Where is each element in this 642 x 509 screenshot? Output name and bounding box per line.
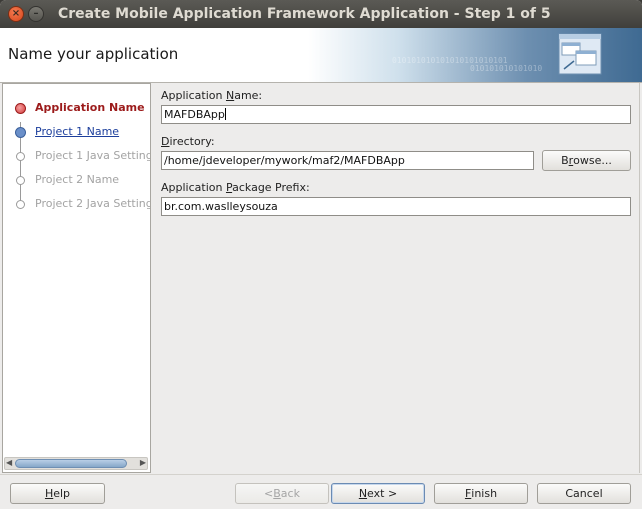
minimize-icon: –	[33, 8, 39, 19]
back-button[interactable]: < Back	[235, 483, 329, 504]
dialog-window: × – Create Mobile Application Framework …	[0, 0, 642, 509]
application-name-label: Application Name:	[161, 89, 263, 102]
train-step-project-2-name: Project 2 Name	[3, 170, 150, 190]
package-prefix-label: Application Package Prefix:	[161, 181, 310, 194]
train-step-project-1-name[interactable]: Project 1 Name	[3, 122, 150, 142]
title-bar: × – Create Mobile Application Framework …	[0, 0, 642, 28]
train-step-label: Project 2 Name	[35, 173, 120, 186]
active-step-icon	[15, 103, 26, 114]
close-window-button[interactable]: ×	[8, 6, 24, 22]
train-navigation: Application Name Project 1 Name Project …	[2, 83, 151, 473]
train-step-label: Project 1 Java Settings	[35, 149, 151, 162]
browse-button[interactable]: Br owse...	[542, 150, 631, 171]
train-step-label: Application Name	[35, 101, 145, 114]
window-title: Create Mobile Application Framework Appl…	[58, 6, 551, 22]
directory-label: Directory:	[161, 135, 215, 148]
text-caret	[224, 108, 226, 120]
form-panel	[151, 83, 640, 473]
footer-divider	[0, 474, 642, 475]
banner-binary-text-2: 010101010101010	[470, 64, 543, 73]
step-node-icon	[16, 176, 25, 185]
finish-button[interactable]: Finish	[434, 483, 528, 504]
step-node-icon	[16, 152, 25, 161]
directory-field[interactable]: /home/jdeveloper/mywork/maf2/MAFDBApp	[161, 151, 534, 170]
minimize-window-button[interactable]: –	[28, 6, 44, 22]
help-button[interactable]: Help	[10, 483, 105, 504]
train-step-label: Project 2 Java Settings	[35, 197, 151, 210]
close-icon: ×	[11, 8, 21, 19]
train-step-application-name[interactable]: Application Name	[3, 98, 150, 118]
scrollbar-thumb[interactable]	[15, 459, 127, 468]
step-node-icon	[15, 127, 26, 138]
application-name-field[interactable]: MAFDBApp	[161, 105, 631, 124]
scroll-left-icon[interactable]: ◀	[6, 458, 12, 467]
step-node-icon	[16, 200, 25, 209]
page-title: Name your application	[8, 45, 179, 63]
next-button[interactable]: Next >	[331, 483, 425, 504]
header-banner: 010101010101010101010101 010101010101010…	[0, 28, 642, 82]
application-window-icon	[558, 33, 602, 75]
train-step-project-1-java-settings: Project 1 Java Settings	[3, 146, 151, 166]
train-step-label: Project 1 Name	[35, 125, 120, 138]
cancel-button[interactable]: Cancel	[537, 483, 631, 504]
scroll-right-icon[interactable]: ▶	[140, 458, 146, 467]
train-horizontal-scrollbar[interactable]: ◀ ▶	[4, 457, 148, 470]
package-prefix-field[interactable]: br.com.waslleysouza	[161, 197, 631, 216]
train-step-project-2-java-settings: Project 2 Java Settings	[3, 194, 151, 214]
